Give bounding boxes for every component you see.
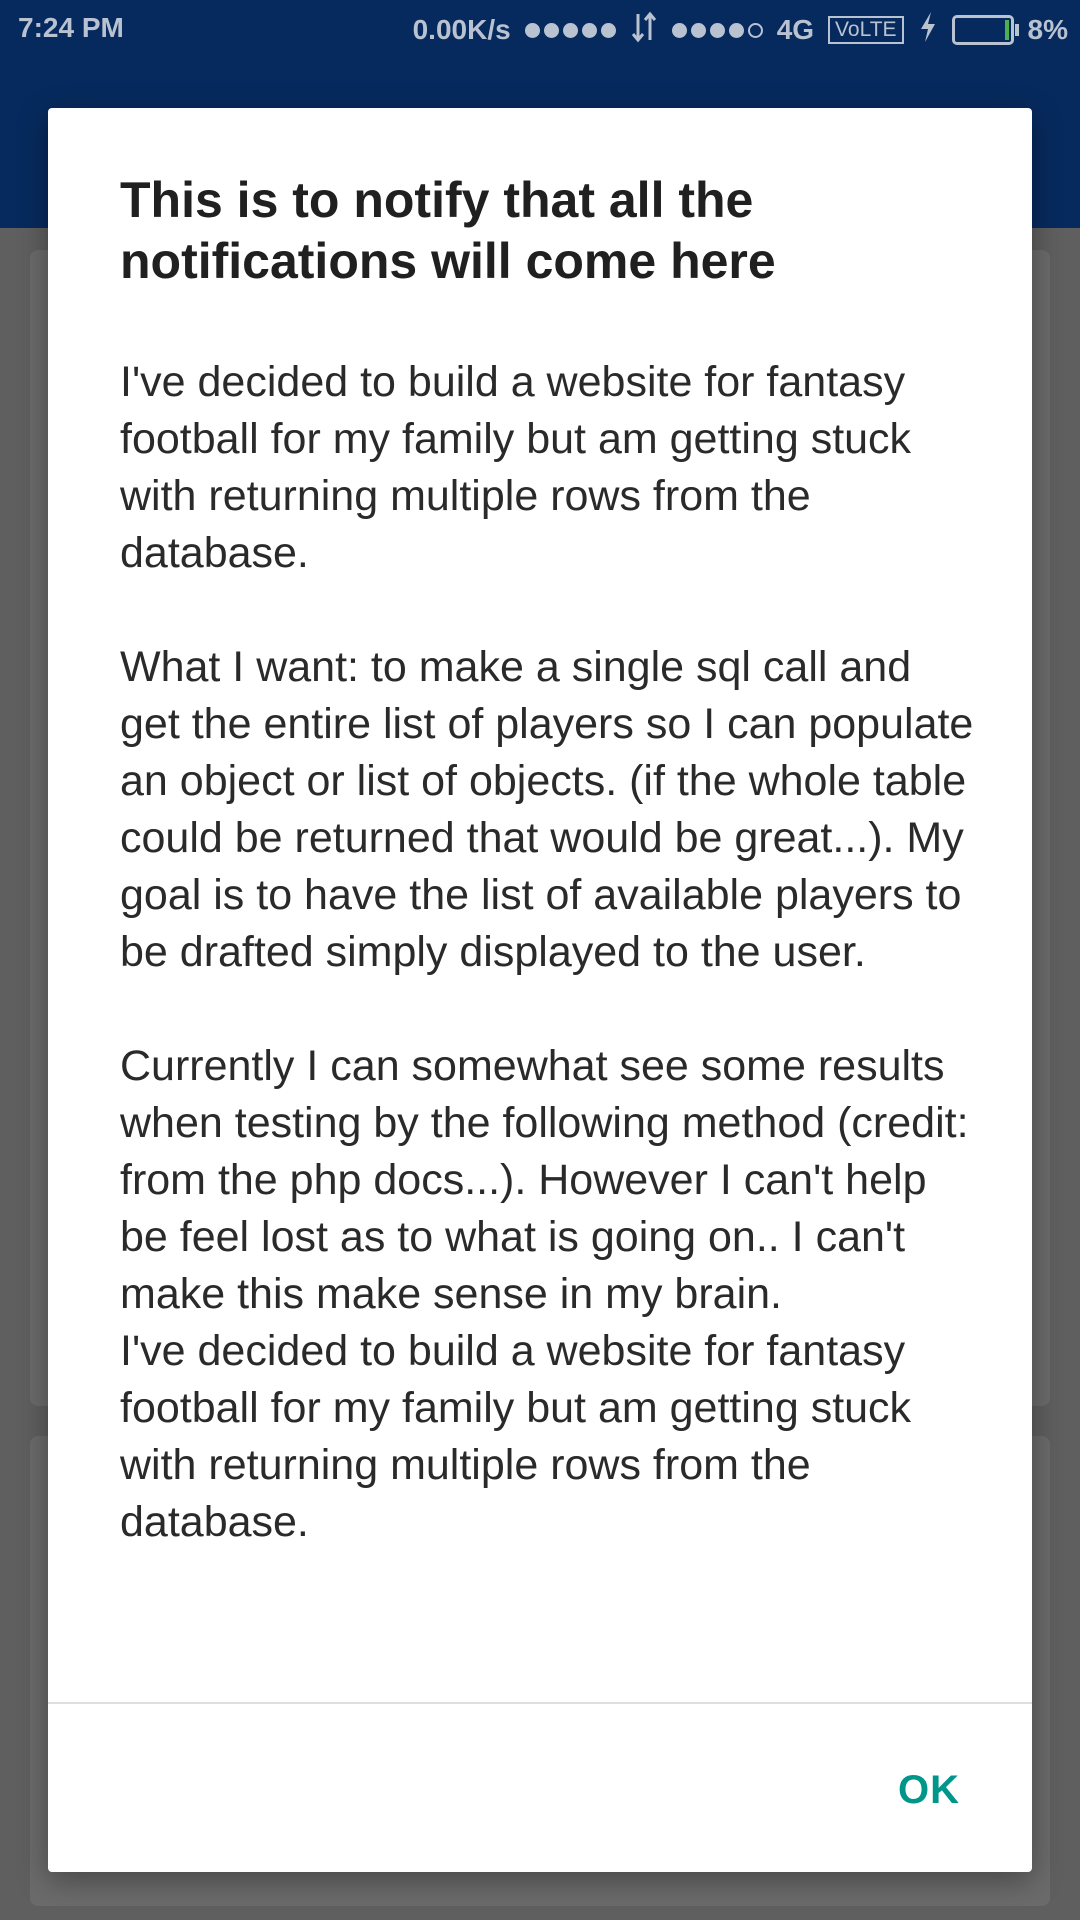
divider — [48, 1702, 1032, 1704]
dialog-title: This is to notify that all the notificat… — [120, 172, 776, 289]
ok-button[interactable]: OK — [898, 1768, 960, 1813]
dialog-message: I've decided to build a website for fant… — [120, 358, 974, 1546]
battery-percent: 8% — [1027, 14, 1068, 45]
battery-fill — [1004, 20, 1009, 40]
data-arrows-icon — [630, 10, 658, 51]
charging-icon — [918, 11, 938, 50]
dialog-content[interactable]: This is to notify that all the notificat… — [48, 108, 1032, 1702]
network-type: 4G — [776, 14, 815, 45]
volte-icon: VoLTE — [828, 16, 904, 44]
notification-dialog: This is to notify that all the notificat… — [48, 108, 1032, 1872]
signal-dots-icon — [524, 22, 616, 38]
signal-dots-icon-2 — [671, 22, 763, 38]
network-speed: 0.00K/s — [412, 14, 511, 45]
battery-icon — [951, 15, 1019, 45]
status-bar: 7:24 PM 0.00K/s 4G VoLTE 8% — [0, 0, 1080, 60]
status-icons: 0.00K/s 4G VoLTE 8% — [413, 10, 1068, 50]
status-time: 7:24 PM — [18, 12, 124, 43]
